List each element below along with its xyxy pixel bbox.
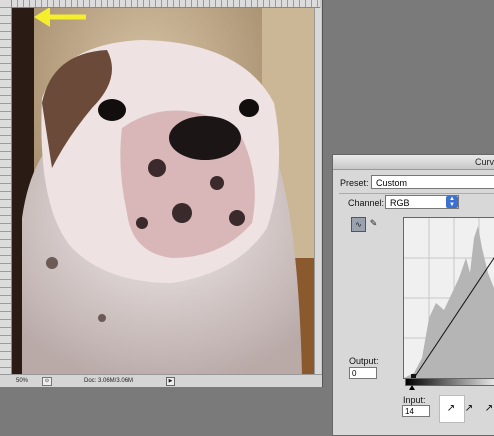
input-gradient-bar [405, 378, 494, 386]
doc-size-readout: Doc: 3.06M/3.06M [84, 378, 134, 384]
preset-select[interactable]: Custom [371, 175, 494, 189]
input-label: Input: [403, 395, 426, 405]
histogram-curve [404, 218, 494, 378]
bulldog-photo [12, 8, 314, 374]
gray-eyedropper-icon[interactable]: ↗ [463, 403, 475, 415]
status-bar: 50% ⊙ Doc: 3.06M/3.06M ▶ [0, 374, 322, 387]
zoom-level[interactable]: 50% [16, 375, 28, 387]
dialog-title: Curv [475, 157, 494, 167]
black-point-slider[interactable] [409, 385, 415, 390]
white-eyedropper-icon[interactable]: ↗ [483, 403, 494, 415]
channel-label: Channel: [348, 198, 385, 208]
document-window: 50% ⊙ Doc: 3.06M/3.06M ▶ [0, 0, 323, 387]
arrow-left-icon [34, 8, 86, 27]
output-label: Output: [349, 356, 379, 366]
select-arrows-icon[interactable]: ▲ ▼ [446, 196, 458, 208]
curve-edit-tool-icon[interactable]: ∿ [351, 217, 366, 232]
curve-graph[interactable] [403, 217, 494, 379]
vertical-scrollbar[interactable] [314, 8, 321, 374]
output-field[interactable]: 0 [349, 367, 377, 379]
curves-dialog: Curv Preset: Custom Channel: RGB ▲ ▼ ∿ ✎ … [332, 154, 494, 436]
zoom-options-icon[interactable]: ⊙ [42, 377, 52, 386]
horizontal-ruler [12, 0, 320, 8]
photo-canvas[interactable] [12, 8, 314, 374]
status-menu-arrow-icon[interactable]: ▶ [166, 377, 175, 386]
dialog-titlebar[interactable]: Curv [333, 155, 494, 170]
black-eyedropper-icon[interactable]: ↗ [445, 403, 457, 415]
vertical-ruler [0, 0, 12, 374]
pencil-tool-icon[interactable]: ✎ [367, 217, 380, 230]
preset-label: Preset: [340, 178, 369, 188]
separator [339, 193, 494, 194]
input-field[interactable]: 14 [402, 405, 430, 417]
